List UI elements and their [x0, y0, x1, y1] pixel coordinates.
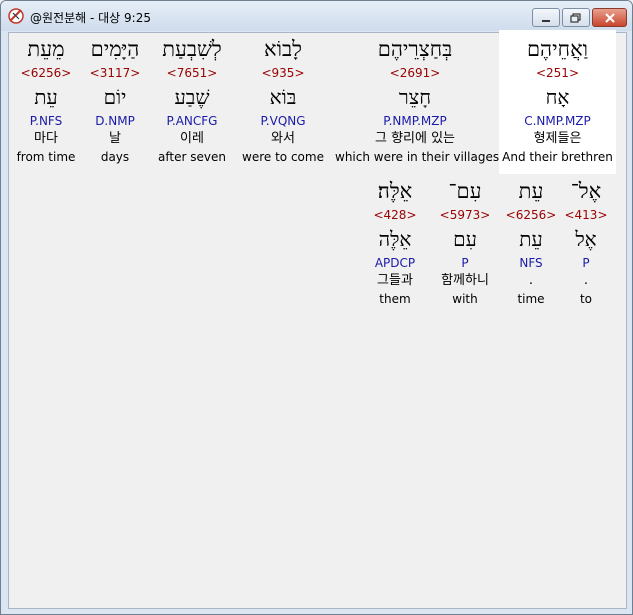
window-title: @원전분해 - 대상 9:25	[30, 11, 151, 25]
lexical-form: חָצֵר	[398, 85, 432, 109]
maximize-button[interactable]	[562, 8, 590, 27]
lexical-form: אָח	[545, 85, 570, 109]
hebrew-word: לָבוֹא	[264, 37, 302, 61]
word-block[interactable]: בְּחַצְרֵיהֶם <2691> חָצֵר P.NMP.MZP 그 향…	[335, 34, 500, 166]
title-bar[interactable]: @원전분해 - 대상 9:25	[1, 1, 632, 31]
hebrew-word: וַאֲחֵיהֶם	[526, 37, 589, 61]
parsing-code: P.NMP.MZP	[383, 114, 447, 128]
lexical-form: בּוֹא	[269, 85, 297, 109]
parsing-code: P.VQNG	[260, 114, 306, 128]
word-block[interactable]: אֶל־ <413> אֶל P . to	[531, 176, 632, 308]
english-gloss: to	[579, 292, 593, 306]
english-gloss: And their brethren	[502, 150, 613, 164]
word-block-selected[interactable]: וַאֲחֵיהֶם <251> אָח C.NMP.MZP 형제들은 And …	[499, 30, 616, 174]
parsing-code: C.NMP.MZP	[524, 114, 591, 128]
lexical-form: אֶל	[575, 227, 597, 251]
app-window: @원전분해 - 대상 9:25 מֵעֵת <6256> עֵת P.NFS 마…	[0, 0, 633, 615]
app-icon[interactable]	[7, 7, 25, 25]
korean-gloss: 와서	[271, 131, 295, 146]
strong-number[interactable]: <413>	[531, 206, 632, 224]
strong-number[interactable]: <251>	[499, 64, 616, 82]
korean-gloss: 그 향리에 있는	[374, 131, 456, 146]
interlinear-panel: מֵעֵת <6256> עֵת P.NFS 마다 from time הַיָ…	[8, 30, 627, 609]
strong-number[interactable]: <935>	[228, 64, 338, 82]
word-block[interactable]: לָבוֹא <935> בּוֹא P.VQNG 와서 were to com…	[228, 34, 338, 166]
english-gloss: which were in their villages	[335, 150, 500, 164]
strong-number[interactable]: <2691>	[335, 64, 495, 82]
korean-gloss: 형제들은	[533, 131, 582, 146]
close-icon	[604, 8, 615, 27]
hebrew-word: אֶל־	[570, 179, 602, 203]
english-gloss: were to come	[242, 150, 324, 164]
minimize-icon	[541, 8, 551, 27]
minimize-button[interactable]	[532, 8, 560, 27]
korean-gloss: .	[583, 273, 589, 288]
restore-icon	[570, 8, 582, 27]
hebrew-word: בְּחַצְרֵיהֶם	[377, 37, 453, 61]
close-button[interactable]	[592, 8, 627, 27]
parsing-code: P	[582, 256, 590, 270]
